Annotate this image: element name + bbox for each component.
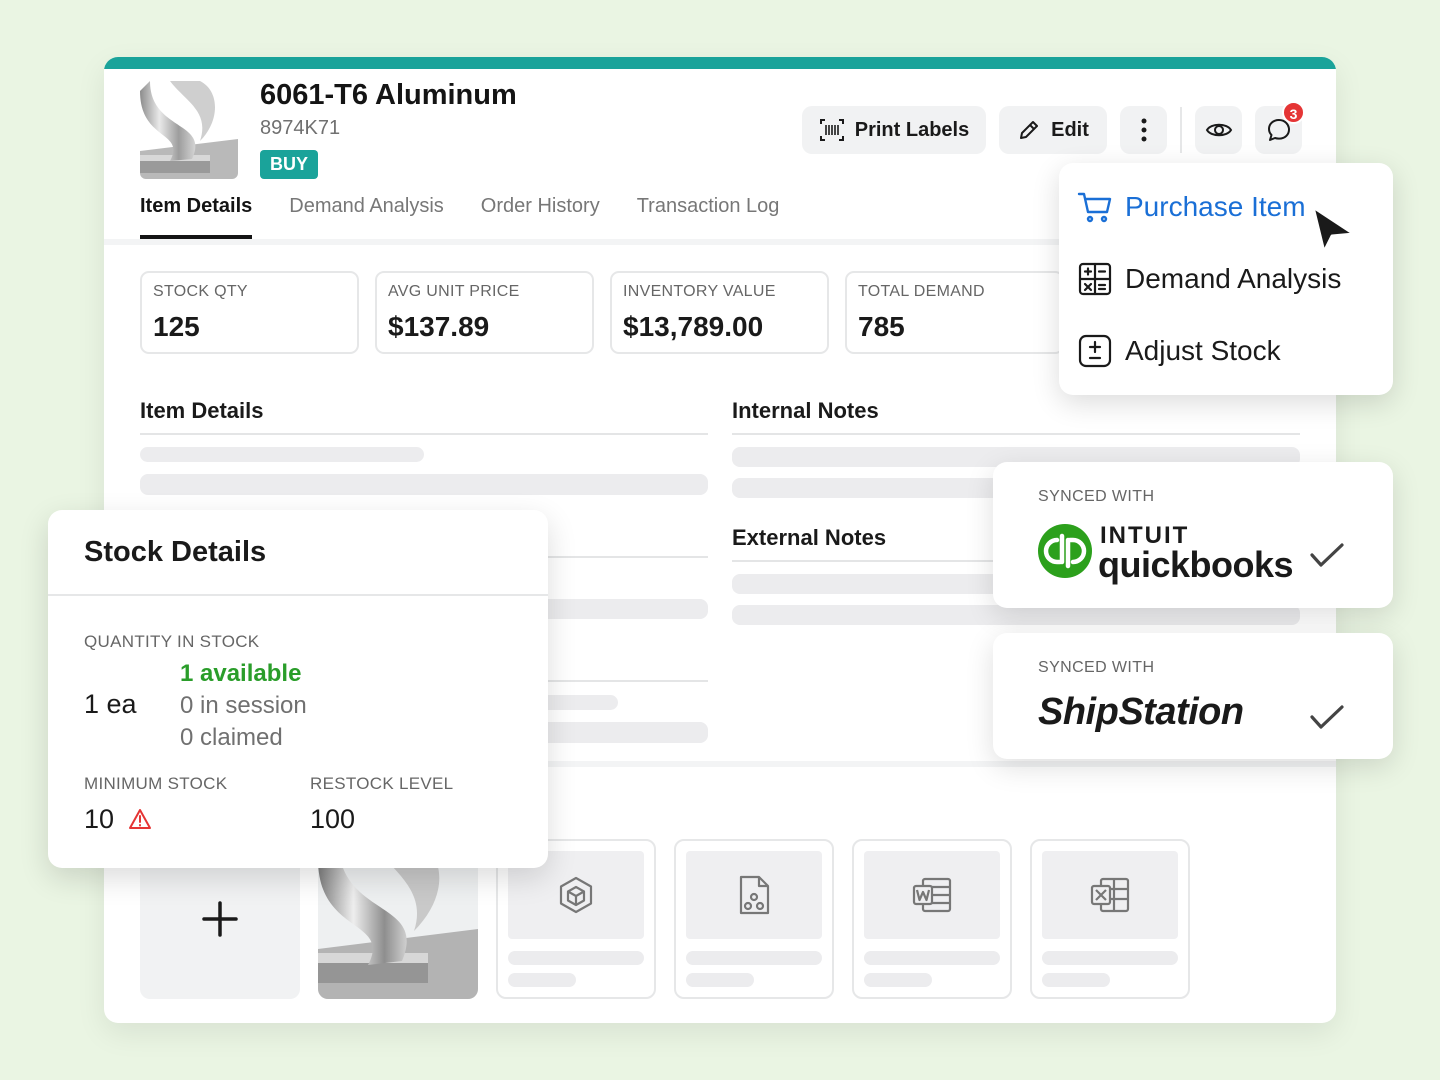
divider xyxy=(48,594,548,596)
skeleton-line xyxy=(864,973,932,987)
eye-icon xyxy=(1205,123,1232,137)
stock-details-title: Stock Details xyxy=(84,536,267,568)
minimum-stock-label: MINIMUM STOCK xyxy=(84,774,228,793)
stock-details-panel: Stock Details QUANTITY IN STOCK 1 ea 1 a… xyxy=(48,510,548,868)
item-thumbnail[interactable] xyxy=(140,81,238,179)
skeleton-line xyxy=(732,478,1012,498)
file-tile-pdf[interactable] xyxy=(674,839,834,999)
stat-total-demand: TOTAL DEMAND 785 xyxy=(845,271,1064,354)
stat-value: 125 xyxy=(153,311,200,342)
excel-file-icon xyxy=(1090,877,1130,913)
file-tile-excel[interactable] xyxy=(1030,839,1190,999)
sync-label: SYNCED WITH xyxy=(1038,659,1155,676)
skeleton-line xyxy=(864,951,1000,965)
toolbar-divider xyxy=(1180,107,1182,153)
divider xyxy=(732,433,1300,435)
word-file-icon xyxy=(912,877,952,913)
shipstation-wordmark: ShipStation xyxy=(1038,691,1244,733)
kebab-menu-icon xyxy=(1141,118,1146,142)
skeleton-line xyxy=(1042,951,1178,965)
stat-stock-qty: STOCK QTY 125 xyxy=(140,271,359,354)
stat-label: STOCK QTY xyxy=(153,283,248,300)
skeleton-line xyxy=(732,574,1012,594)
menu-item-label: Demand Analysis xyxy=(1125,263,1342,294)
item-sku: 8974K71 xyxy=(260,117,341,139)
watch-button[interactable] xyxy=(1195,106,1242,154)
menu-item-label: Purchase Item xyxy=(1125,191,1306,222)
stat-value: $13,789.00 xyxy=(623,311,764,342)
file-tile-word[interactable] xyxy=(852,839,1012,999)
item-title: 6061-T6 Aluminum xyxy=(260,79,517,111)
item-details-heading: Item Details xyxy=(140,398,264,423)
tab-bar: Item Details Demand Analysis Order Histo… xyxy=(140,195,779,239)
restock-level-label: RESTOCK LEVEL xyxy=(310,774,454,793)
stat-label: INVENTORY VALUE xyxy=(623,283,776,300)
menu-item-adjust-stock[interactable]: Adjust Stock xyxy=(1077,333,1281,369)
tab-order-history[interactable]: Order History xyxy=(481,195,600,239)
sync-label: SYNCED WITH xyxy=(1038,488,1155,505)
shipstation-sync-card: SYNCED WITH ShipStation xyxy=(993,633,1393,759)
actions-dropdown-menu: Purchase Item Demand Analysis Adjust Sto… xyxy=(1059,163,1393,395)
warning-triangle-icon xyxy=(129,809,151,829)
stat-value: $137.89 xyxy=(388,311,490,342)
claimed-qty: 0 claimed xyxy=(180,724,283,751)
quickbooks-wordmark: quickbooks xyxy=(1098,544,1294,585)
buy-badge: BUY xyxy=(260,150,319,179)
stat-avg-unit-price: AVG UNIT PRICE $137.89 xyxy=(375,271,594,354)
restock-level-value: 100 xyxy=(310,804,356,834)
menu-item-label: Adjust Stock xyxy=(1125,335,1281,366)
external-notes-heading: External Notes xyxy=(732,525,887,550)
skeleton-line xyxy=(732,605,1300,625)
checkmark-icon xyxy=(1310,543,1344,567)
skeleton-line xyxy=(140,447,424,462)
mouse-cursor-icon xyxy=(1311,205,1356,254)
skeleton-line xyxy=(686,951,822,965)
quantity-in-stock-label: QUANTITY IN STOCK xyxy=(84,632,260,651)
menu-item-demand-analysis[interactable]: Demand Analysis xyxy=(1077,261,1341,297)
barcode-scan-icon xyxy=(819,119,844,141)
quickbooks-logo-icon xyxy=(1038,524,1092,578)
available-qty: 1 available xyxy=(180,660,302,687)
in-session-qty: 0 in session xyxy=(180,692,307,719)
quickbooks-sync-card: SYNCED WITH INTUIT quickbooks xyxy=(993,462,1393,608)
tab-transaction-log[interactable]: Transaction Log xyxy=(637,195,780,239)
checkmark-icon xyxy=(1310,705,1344,729)
skeleton-line xyxy=(1042,973,1110,987)
divider xyxy=(732,560,1012,562)
stat-inventory-value: INVENTORY VALUE $13,789.00 xyxy=(610,271,829,354)
print-labels-button[interactable]: Print Labels xyxy=(802,106,986,154)
cube-icon xyxy=(559,876,593,914)
skeleton-line xyxy=(140,474,708,495)
plus-minus-icon xyxy=(1078,334,1112,368)
stat-label: AVG UNIT PRICE xyxy=(388,283,520,300)
tab-demand-analysis[interactable]: Demand Analysis xyxy=(289,195,444,239)
divider xyxy=(140,433,708,435)
more-options-button[interactable] xyxy=(1120,106,1167,154)
stat-value: 785 xyxy=(858,311,905,342)
minimum-stock-value: 10 xyxy=(84,804,115,834)
internal-notes-heading: Internal Notes xyxy=(732,398,879,423)
skeleton-line xyxy=(508,973,576,987)
notification-badge: 3 xyxy=(1282,101,1305,124)
quantity-value: 1 ea xyxy=(84,689,137,719)
skeleton-line xyxy=(686,973,754,987)
edit-label: Edit xyxy=(1051,118,1089,141)
print-labels-label: Print Labels xyxy=(854,118,970,141)
pdf-file-icon xyxy=(739,875,770,915)
calculator-icon xyxy=(1078,262,1112,296)
tab-item-details[interactable]: Item Details xyxy=(140,195,253,239)
menu-item-purchase-item[interactable]: Purchase Item xyxy=(1077,189,1306,225)
edit-button[interactable]: Edit xyxy=(999,106,1107,154)
plus-icon xyxy=(202,901,238,937)
accent-bar xyxy=(104,57,1336,69)
skeleton-line xyxy=(508,951,644,965)
pencil-icon xyxy=(1020,121,1039,139)
cart-icon xyxy=(1077,192,1112,223)
stat-label: TOTAL DEMAND xyxy=(858,283,985,300)
